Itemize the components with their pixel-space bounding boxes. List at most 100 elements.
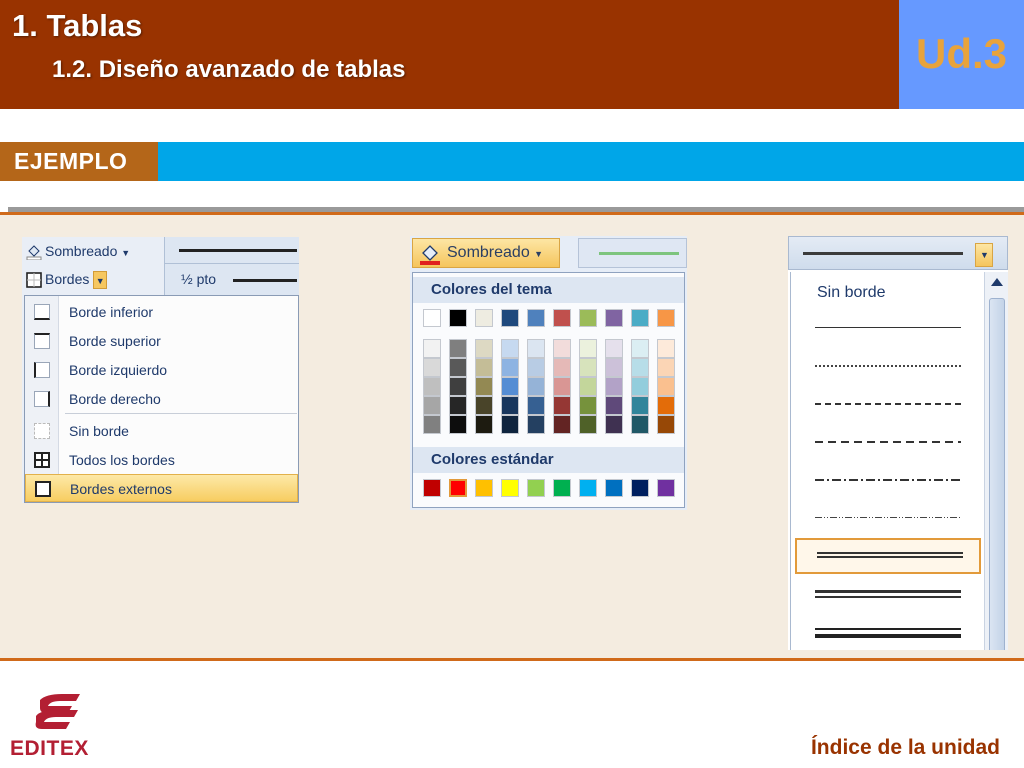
menu-item-bottom-border[interactable]: Borde inferior (25, 298, 298, 326)
shading-button[interactable]: Sombreado ▼ (26, 240, 130, 262)
theme-shade-swatch[interactable] (657, 415, 675, 434)
theme-shade-swatch[interactable] (501, 415, 519, 434)
theme-shade-swatch[interactable] (631, 358, 649, 377)
line-style-box[interactable] (578, 238, 687, 268)
theme-shade-swatch[interactable] (423, 339, 441, 358)
theme-color-swatch[interactable] (657, 309, 675, 327)
theme-shade-swatch[interactable] (475, 377, 493, 396)
unit-index-link[interactable]: Índice de la unidad (811, 736, 1000, 760)
standard-color-swatch[interactable] (553, 479, 571, 497)
borders-button[interactable]: Bordes ▼ (26, 268, 108, 290)
theme-shade-swatch[interactable] (605, 415, 623, 434)
theme-shade-swatch[interactable] (449, 396, 467, 415)
theme-shade-swatch[interactable] (631, 396, 649, 415)
shading-button[interactable]: Sombreado ▼ (412, 238, 560, 268)
theme-shade-swatch[interactable] (449, 358, 467, 377)
menu-item-top-border[interactable]: Borde superior (25, 327, 298, 355)
theme-shade-swatch[interactable] (527, 377, 545, 396)
line-style-triple[interactable] (795, 614, 981, 650)
theme-color-swatch[interactable] (631, 309, 649, 327)
theme-shade-swatch[interactable] (423, 396, 441, 415)
chevron-down-icon[interactable]: ▼ (93, 271, 108, 289)
theme-shade-swatch[interactable] (501, 339, 519, 358)
theme-shade-swatch[interactable] (553, 415, 571, 434)
theme-shade-swatch[interactable] (423, 358, 441, 377)
theme-color-swatch[interactable] (527, 309, 545, 327)
theme-shade-swatch[interactable] (449, 415, 467, 434)
menu-item-right-border[interactable]: Borde derecho (25, 385, 298, 413)
line-style-dotted[interactable] (795, 348, 981, 384)
standard-color-swatch[interactable] (631, 479, 649, 497)
theme-shade-swatch[interactable] (553, 358, 571, 377)
theme-shade-swatch[interactable] (527, 415, 545, 434)
theme-shade-swatch[interactable] (631, 339, 649, 358)
theme-shade-swatch[interactable] (501, 377, 519, 396)
theme-color-swatch[interactable] (501, 309, 519, 327)
standard-color-swatch[interactable] (527, 479, 545, 497)
theme-shade-swatch[interactable] (449, 339, 467, 358)
theme-shade-swatch[interactable] (553, 339, 571, 358)
standard-color-swatch[interactable] (475, 479, 493, 497)
theme-shade-swatch[interactable] (605, 377, 623, 396)
theme-shade-swatch[interactable] (501, 396, 519, 415)
line-style-preview[interactable] (179, 249, 297, 252)
theme-color-swatch[interactable] (553, 309, 571, 327)
theme-shade-swatch[interactable] (553, 396, 571, 415)
theme-shade-swatch[interactable] (631, 415, 649, 434)
theme-color-swatch[interactable] (605, 309, 623, 327)
scroll-up-icon[interactable] (991, 278, 1003, 286)
theme-shade-swatch[interactable] (605, 339, 623, 358)
theme-shade-swatch[interactable] (579, 396, 597, 415)
line-style-dash-dot[interactable] (795, 462, 981, 498)
theme-shade-swatch[interactable] (475, 339, 493, 358)
standard-color-swatch[interactable] (579, 479, 597, 497)
standard-color-swatch[interactable] (657, 479, 675, 497)
standard-color-swatch[interactable] (449, 479, 467, 497)
theme-shade-swatch[interactable] (579, 377, 597, 396)
menu-item-left-border[interactable]: Borde izquierdo (25, 356, 298, 384)
theme-shade-swatch[interactable] (579, 358, 597, 377)
theme-color-swatch[interactable] (579, 309, 597, 327)
theme-shade-swatch[interactable] (475, 415, 493, 434)
chevron-down-icon[interactable]: ▼ (975, 243, 993, 267)
theme-shade-swatch[interactable] (579, 415, 597, 434)
scrollbar[interactable] (984, 272, 1008, 650)
theme-shade-swatch[interactable] (657, 377, 675, 396)
theme-shade-swatch[interactable] (605, 396, 623, 415)
menu-item-outside-borders[interactable]: Bordes externos (25, 474, 298, 502)
theme-shade-swatch[interactable] (423, 415, 441, 434)
line-style-dash-dot-dot[interactable] (795, 500, 981, 536)
theme-shade-swatch[interactable] (657, 339, 675, 358)
theme-color-swatch[interactable] (449, 309, 467, 327)
theme-shade-swatch[interactable] (657, 358, 675, 377)
theme-shade-swatch[interactable] (449, 377, 467, 396)
scrollbar-thumb[interactable] (989, 298, 1005, 650)
theme-shade-swatch[interactable] (475, 396, 493, 415)
standard-color-swatch[interactable] (501, 479, 519, 497)
theme-shade-swatch[interactable] (527, 339, 545, 358)
line-style-selector[interactable]: ▼ (788, 236, 1008, 270)
theme-color-swatch[interactable] (423, 309, 441, 327)
theme-shade-swatch[interactable] (475, 358, 493, 377)
theme-shade-swatch[interactable] (553, 377, 571, 396)
theme-color-swatch[interactable] (475, 309, 493, 327)
line-style-double-thick[interactable] (795, 576, 981, 612)
standard-color-swatch[interactable] (423, 479, 441, 497)
line-weight-label[interactable]: ½ pto (181, 271, 216, 287)
theme-shade-swatch[interactable] (501, 358, 519, 377)
menu-item-no-border[interactable]: Sin borde (25, 417, 298, 445)
line-style-solid-thin[interactable] (795, 310, 981, 346)
theme-shade-swatch[interactable] (579, 339, 597, 358)
theme-shade-swatch[interactable] (631, 377, 649, 396)
theme-shade-swatch[interactable] (423, 377, 441, 396)
no-border-option[interactable]: Sin borde (817, 284, 886, 302)
line-style-double[interactable] (795, 538, 981, 574)
theme-shade-swatch[interactable] (527, 358, 545, 377)
theme-shade-swatch[interactable] (657, 396, 675, 415)
standard-color-swatch[interactable] (605, 479, 623, 497)
theme-shade-swatch[interactable] (605, 358, 623, 377)
theme-shade-swatch[interactable] (527, 396, 545, 415)
line-style-small-dash[interactable] (795, 386, 981, 422)
menu-item-all-borders[interactable]: Todos los bordes (25, 446, 298, 474)
line-style-dash[interactable] (795, 424, 981, 460)
